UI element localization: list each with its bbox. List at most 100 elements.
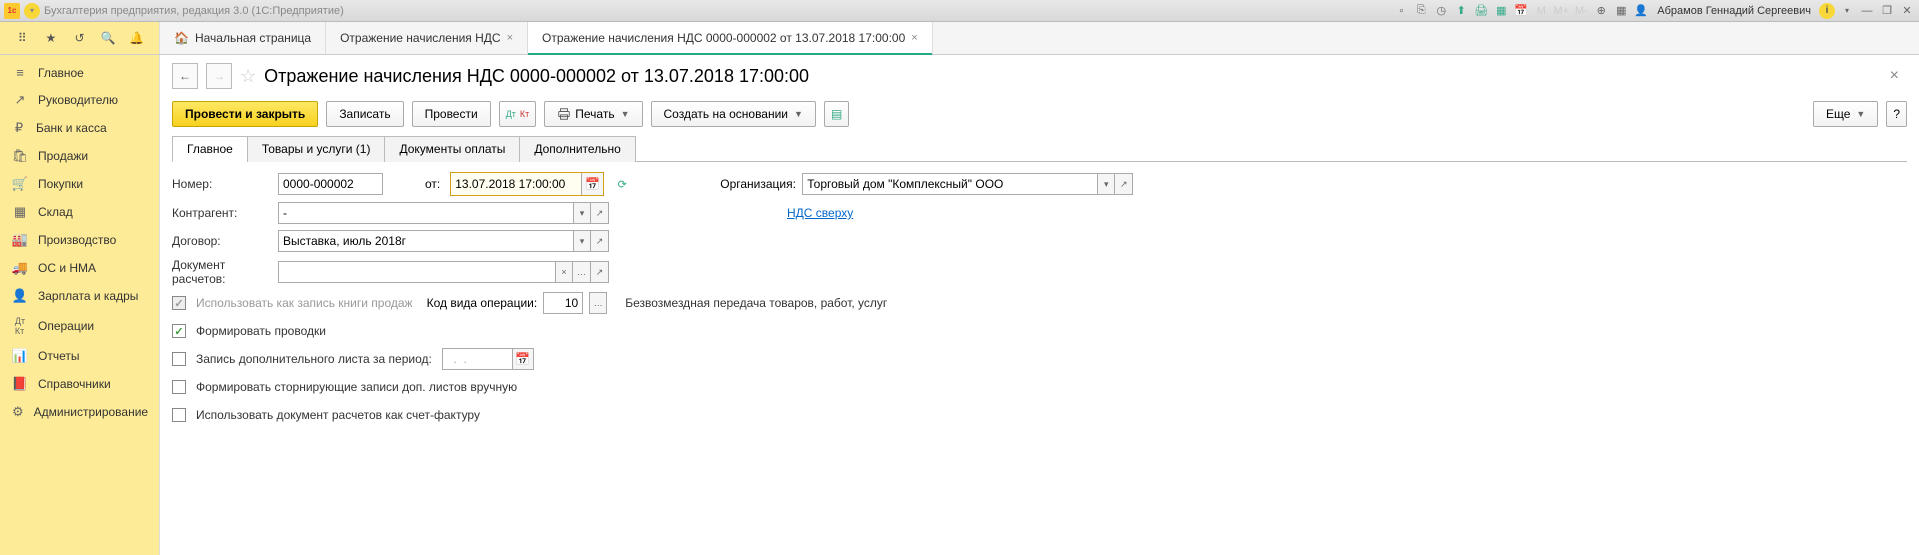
- apps-icon[interactable]: ⠿: [13, 29, 31, 47]
- post-and-close-button[interactable]: Провести и закрыть: [172, 101, 318, 127]
- dropdown-button[interactable]: ▾: [1097, 173, 1115, 195]
- tb-icon-2[interactable]: ⎘: [1413, 3, 1429, 19]
- clear-button[interactable]: ×: [555, 261, 573, 283]
- history-icon[interactable]: ↺: [70, 29, 88, 47]
- date-input[interactable]: [451, 173, 581, 195]
- structure-button[interactable]: ▤: [824, 101, 849, 127]
- window-minimize-icon[interactable]: —: [1859, 3, 1875, 19]
- sidebar-item-reports[interactable]: 📊Отчеты: [0, 342, 159, 370]
- calendar-button[interactable]: 📅: [512, 348, 534, 370]
- doc-tab-goods[interactable]: Товары и услуги (1): [247, 136, 386, 162]
- counterparty-combo: ▾ ↗: [278, 202, 609, 224]
- close-icon[interactable]: ×: [507, 32, 513, 44]
- open-button[interactable]: ↗: [591, 202, 609, 224]
- post-button[interactable]: Провести: [412, 101, 491, 127]
- print-button[interactable]: Печать ▼: [544, 101, 642, 127]
- sidebar-item-operations[interactable]: ДтКтОперации: [0, 310, 159, 342]
- number-input[interactable]: [278, 173, 383, 195]
- window-close-icon[interactable]: ✕: [1899, 3, 1915, 19]
- sidebar-item-assets[interactable]: 🚚ОС и НМА: [0, 254, 159, 282]
- menu-icon: ≡: [12, 65, 28, 80]
- sidebar-item-sales[interactable]: 🛍Продажи: [0, 142, 159, 170]
- cart-icon: 🛍: [12, 148, 28, 164]
- sidebar-item-purchases[interactable]: 🛒Покупки: [0, 170, 159, 198]
- info-drop-icon[interactable]: ▾: [1839, 3, 1855, 19]
- sidebar-item-references[interactable]: 📕Справочники: [0, 370, 159, 398]
- info-icon[interactable]: i: [1819, 3, 1835, 19]
- truck-icon: 🚚: [12, 260, 28, 276]
- sidebar-item-label: Главное: [38, 66, 84, 80]
- select-button[interactable]: …: [573, 261, 591, 283]
- nav-forward-button[interactable]: →: [206, 63, 232, 89]
- tb-m3[interactable]: M-: [1573, 3, 1589, 19]
- org-input[interactable]: [802, 173, 1097, 195]
- sidebar-item-main[interactable]: ≡ Главное: [0, 59, 159, 86]
- doc-tab-main[interactable]: Главное: [172, 136, 248, 162]
- search-icon[interactable]: 🔍: [99, 29, 117, 47]
- page-close-icon[interactable]: ×: [1882, 63, 1907, 89]
- use-settlement-doc-label: Использовать документ расчетов как счет-…: [196, 408, 480, 422]
- counterparty-input[interactable]: [278, 202, 573, 224]
- star-icon[interactable]: ☆: [240, 66, 256, 87]
- tb-icon-5[interactable]: 🖨: [1473, 3, 1489, 19]
- tab-home[interactable]: 🏠 Начальная страница: [160, 22, 326, 54]
- settlement-doc-input[interactable]: [278, 261, 555, 283]
- form-reversal-checkbox[interactable]: [172, 380, 186, 394]
- sidebar: ≡ Главное ↗Руководителю Банк и касса 🛍Про…: [0, 55, 160, 555]
- sidebar-item-warehouse[interactable]: ▦Склад: [0, 198, 159, 226]
- op-code-input[interactable]: [543, 292, 583, 314]
- open-button[interactable]: ↗: [591, 261, 609, 283]
- tb-m2[interactable]: M+: [1553, 3, 1569, 19]
- user-name[interactable]: Абрамов Геннадий Сергеевич: [1653, 5, 1815, 17]
- calendar-button[interactable]: 📅: [581, 173, 603, 195]
- calendar-icon: 📅: [515, 352, 530, 366]
- favorite-icon[interactable]: ★: [42, 29, 60, 47]
- additional-sheet-checkbox[interactable]: [172, 352, 186, 366]
- sidebar-item-hr[interactable]: 👤Зарплата и кадры: [0, 282, 159, 310]
- contract-input[interactable]: [278, 230, 573, 252]
- tb-icon-4[interactable]: ⬆: [1453, 3, 1469, 19]
- open-button[interactable]: ↗: [591, 230, 609, 252]
- app-menu-icon[interactable]: ▾: [24, 3, 40, 19]
- doc-tab-payments[interactable]: Документы оплаты: [384, 136, 520, 162]
- open-button[interactable]: ↗: [1115, 173, 1133, 195]
- tb-icon-calc[interactable]: ▦: [1493, 3, 1509, 19]
- dropdown-button[interactable]: ▾: [573, 230, 591, 252]
- form-postings-checkbox[interactable]: [172, 324, 186, 338]
- save-button[interactable]: Записать: [326, 101, 403, 127]
- use-settlement-doc-checkbox[interactable]: [172, 408, 186, 422]
- dropdown-button[interactable]: ▾: [573, 202, 591, 224]
- create-based-button[interactable]: Создать на основании ▼: [651, 101, 816, 127]
- bell-icon[interactable]: 🔔: [128, 29, 146, 47]
- sidebar-item-manager[interactable]: ↗Руководителю: [0, 86, 159, 114]
- window-restore-icon[interactable]: ❐: [1879, 3, 1895, 19]
- vat-mode-link[interactable]: НДС сверху: [787, 206, 853, 220]
- dtKt-button[interactable]: ДтКт: [499, 101, 537, 127]
- content-area: ← → ☆ Отражение начисления НДС 0000-0000…: [160, 55, 1919, 555]
- tb-icon-cal[interactable]: 📅: [1513, 3, 1529, 19]
- tb-icon-1[interactable]: ▫: [1393, 3, 1409, 19]
- document-tabs: Главное Товары и услуги (1) Документы оп…: [172, 135, 1907, 162]
- sidebar-item-admin[interactable]: ⚙Администрирование: [0, 398, 159, 426]
- sidebar-item-label: Покупки: [38, 177, 83, 191]
- op-code-label: Код вида операции:: [427, 296, 538, 310]
- tab-nds-doc[interactable]: Отражение начисления НДС 0000-000002 от …: [528, 22, 933, 54]
- tab-nds-list[interactable]: Отражение начисления НДС ×: [326, 22, 528, 54]
- sidebar-item-bank[interactable]: Банк и касса: [0, 114, 159, 142]
- help-button[interactable]: ?: [1886, 101, 1907, 127]
- nav-back-button[interactable]: ←: [172, 63, 198, 89]
- calendar-icon: 📅: [585, 177, 600, 191]
- tb-grid-icon[interactable]: ▦: [1613, 3, 1629, 19]
- additional-sheet-date-input[interactable]: [442, 348, 512, 370]
- doc-tab-additional[interactable]: Дополнительно: [519, 136, 635, 162]
- more-button[interactable]: Еще ▼: [1813, 101, 1878, 127]
- select-button[interactable]: …: [589, 292, 607, 314]
- tb-zoom-icon[interactable]: ⊕: [1593, 3, 1609, 19]
- org-combo: ▾ ↗: [802, 173, 1133, 195]
- contract-combo: ▾ ↗: [278, 230, 609, 252]
- tb-m1[interactable]: M: [1533, 3, 1549, 19]
- close-icon[interactable]: ×: [911, 32, 917, 44]
- sidebar-item-production[interactable]: 🏭Производство: [0, 226, 159, 254]
- tb-icon-3[interactable]: ◷: [1433, 3, 1449, 19]
- refresh-icon[interactable]: ⟳: [614, 176, 630, 192]
